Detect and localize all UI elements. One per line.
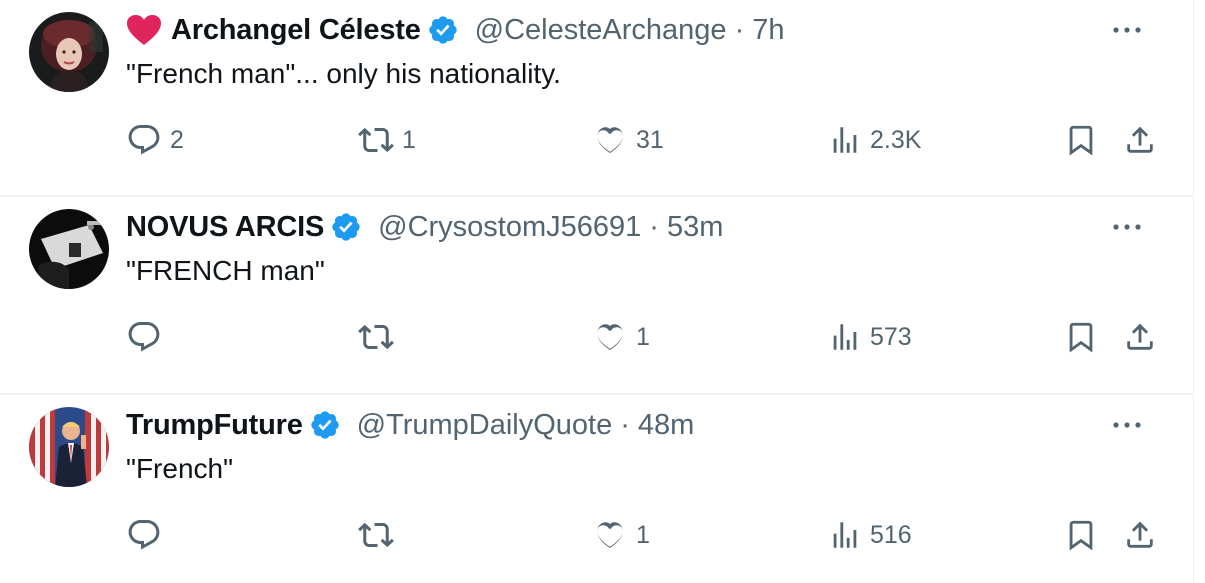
tweet-header: TrumpFuture @TrumpDailyQuote · 48m [126, 405, 694, 445]
display-name[interactable]: Archangel Céleste [171, 14, 421, 47]
like-count: 31 [636, 125, 664, 154]
more-icon[interactable] [1111, 215, 1143, 239]
views-icon [833, 522, 857, 548]
timestamp[interactable]: 7h [752, 14, 784, 47]
verified-badge-icon[interactable] [330, 211, 362, 243]
bookmark-icon [1069, 322, 1093, 353]
share-button[interactable] [1123, 515, 1157, 555]
like-icon [597, 324, 623, 351]
views-count: 2.3K [870, 125, 922, 154]
user-handle[interactable]: @TrumpDailyQuote [357, 409, 613, 442]
views-count: 516 [870, 520, 912, 549]
retweet-button[interactable] [358, 515, 402, 555]
share-icon [1127, 521, 1153, 548]
verified-badge-icon[interactable] [427, 14, 459, 46]
tweet[interactable]: NOVUS ARCIS @CrysostomJ56691 · 53m "FREN… [0, 197, 1193, 395]
user-handle[interactable]: @CelesteArchange [475, 14, 727, 47]
reply-icon [128, 322, 160, 352]
views-icon [833, 127, 857, 153]
share-icon [1127, 323, 1153, 350]
views-button[interactable]: 516 [828, 515, 912, 555]
display-name[interactable]: NOVUS ARCIS [126, 211, 324, 244]
reply-count: 2 [170, 125, 184, 154]
reply-feed: Archangel Céleste @CelesteArchange · 7h … [0, 0, 1194, 583]
separator-dot: · [649, 210, 659, 243]
avatar[interactable] [29, 209, 109, 289]
share-button[interactable] [1123, 317, 1157, 357]
like-count: 1 [636, 322, 650, 351]
like-button[interactable]: 1 [592, 515, 650, 555]
retweet-button[interactable]: 1 [358, 120, 416, 160]
bookmark-icon [1069, 520, 1093, 551]
display-name[interactable]: TrumpFuture [126, 409, 303, 442]
tweet[interactable]: TrumpFuture @TrumpDailyQuote · 48m "Fren… [0, 395, 1193, 583]
more-icon[interactable] [1111, 413, 1143, 437]
bookmark-icon [1069, 125, 1093, 156]
retweet-icon [358, 127, 394, 153]
views-count: 573 [870, 322, 912, 351]
tweet[interactable]: Archangel Céleste @CelesteArchange · 7h … [0, 0, 1193, 197]
like-button[interactable]: 31 [592, 120, 664, 160]
retweet-icon [358, 324, 394, 350]
red-heart-emoji-icon [126, 14, 162, 46]
views-button[interactable]: 2.3K [828, 120, 921, 160]
user-handle[interactable]: @CrysostomJ56691 [378, 211, 641, 244]
separator-dot: · [734, 13, 745, 46]
reply-button[interactable] [126, 317, 170, 357]
more-icon[interactable] [1111, 18, 1143, 42]
tweet-text: "FRENCH man" [126, 255, 325, 286]
tweet-actions: 1 573 [126, 317, 1166, 357]
views-button[interactable]: 573 [828, 317, 912, 357]
share-button[interactable] [1123, 120, 1157, 160]
views-icon [833, 324, 857, 350]
reply-icon [128, 125, 160, 155]
retweet-icon [358, 522, 394, 548]
bookmark-button[interactable] [1064, 120, 1098, 160]
tweet-text: "French" [126, 453, 234, 484]
timestamp[interactable]: 48m [638, 409, 694, 442]
like-icon [597, 127, 623, 154]
share-icon [1127, 126, 1153, 153]
reply-button[interactable]: 2 [126, 120, 184, 160]
verified-badge-icon[interactable] [309, 409, 341, 441]
retweet-count: 1 [402, 125, 416, 154]
timestamp[interactable]: 53m [667, 211, 723, 244]
avatar[interactable] [29, 407, 109, 487]
like-count: 1 [636, 520, 650, 549]
retweet-button[interactable] [358, 317, 402, 357]
bookmark-button[interactable] [1064, 515, 1098, 555]
tweet-actions: 2 1 31 2.3K [126, 120, 1166, 160]
like-icon [597, 522, 623, 549]
tweet-header: Archangel Céleste @CelesteArchange · 7h [126, 10, 785, 50]
separator-dot: · [620, 408, 630, 441]
reply-button[interactable] [126, 515, 170, 555]
tweet-actions: 1 516 [126, 515, 1166, 555]
bookmark-button[interactable] [1064, 317, 1098, 357]
tweet-text: "French man"... only his nationality. [126, 58, 561, 89]
avatar[interactable] [29, 12, 109, 92]
like-button[interactable]: 1 [592, 317, 650, 357]
reply-icon [128, 520, 160, 550]
tweet-header: NOVUS ARCIS @CrysostomJ56691 · 53m [126, 207, 723, 247]
